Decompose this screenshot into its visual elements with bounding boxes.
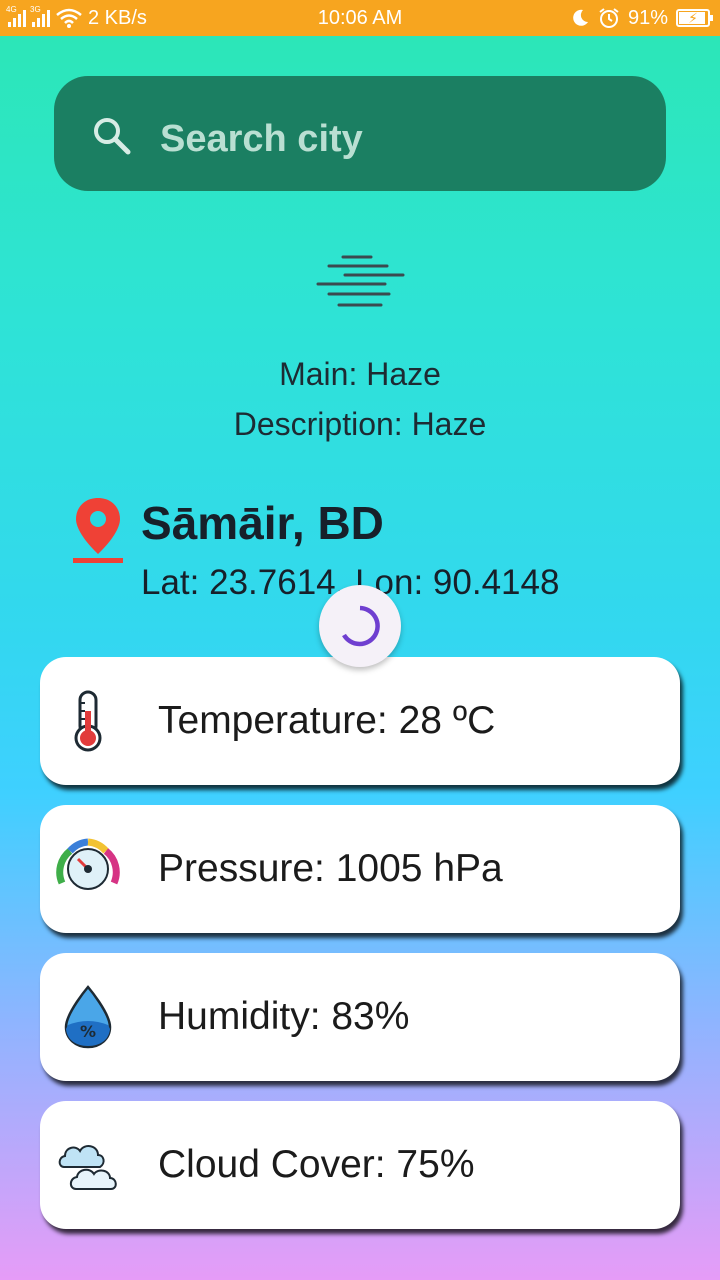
temperature-card: Temperature: 28 ºC [40,657,680,785]
search-icon[interactable] [92,116,132,156]
svg-text:%: % [80,1022,96,1041]
pressure-card: Pressure: 1005 hPa [40,805,680,933]
location-pin-icon [73,498,123,563]
moon-icon [573,9,588,26]
cloud-cover-card: Cloud Cover: 75% [40,1101,680,1229]
status-bar: 4G 3G 2 KB/s 10:06 AM 91% ⚡ [0,0,720,36]
temperature-label: Temperature: 28 ºC [158,699,496,742]
battery-icon: ⚡ [676,9,713,27]
thermometer-icon [74,690,102,752]
cloud-cover-label: Cloud Cover: 75% [158,1143,475,1186]
haze-icon [316,255,405,307]
pressure-gauge-icon [56,838,120,890]
alarm-icon [599,8,619,28]
weather-main: Main: Haze [279,356,441,392]
pressure-label: Pressure: 1005 hPa [158,847,503,890]
battery-percent: 91% [627,6,668,29]
humidity-drop-icon: % [64,985,112,1049]
humidity-label: Humidity: 83% [158,995,410,1038]
search-input[interactable] [160,118,640,161]
loading-spinner-icon [342,605,380,647]
weather-description: Description: Haze [233,406,487,442]
status-right: 91% ⚡ [570,0,713,36]
loading-indicator [319,585,401,667]
clouds-icon [58,1145,117,1190]
humidity-card: % Humidity: 83% [40,953,680,1081]
city-name: Sāmāir, BD [141,497,384,549]
